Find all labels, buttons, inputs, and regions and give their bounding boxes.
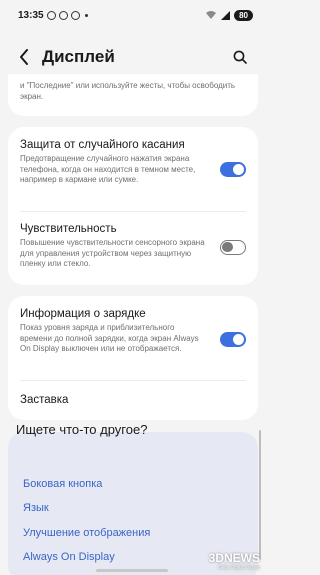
charging-info-description: Показ уровня заряда и приблизительного в…	[20, 323, 199, 353]
toggle-knob	[233, 164, 244, 175]
watermark-tagline: Daily Digital Digest	[218, 565, 260, 571]
divider	[20, 211, 246, 212]
page-title: Дисплей	[42, 47, 115, 66]
back-button[interactable]	[14, 47, 34, 67]
notification-icon	[46, 10, 56, 20]
notification-icon	[58, 10, 68, 20]
accidental-touch-title: Защита от случайного касания	[20, 139, 185, 151]
sensitivity-title: Чувствительность	[20, 223, 117, 235]
search-button[interactable]	[229, 46, 251, 68]
toggle-knob	[222, 241, 233, 253]
accidental-touch-row[interactable]: Защита от случайного касания Предотвраще…	[8, 139, 258, 186]
more-notifications-icon	[84, 13, 88, 17]
scroll-indicator	[259, 430, 261, 560]
suggestions-title: Ищете что-то другое?	[16, 422, 148, 437]
touch-settings-card: Защита от случайного касания Предотвраще…	[8, 127, 258, 285]
suggestion-link-side-button[interactable]: Боковая кнопка	[23, 478, 102, 490]
divider	[20, 380, 246, 381]
screensaver-title: Заставка	[20, 394, 69, 406]
previous-setting-card: и "Последние" или используйте жесты, что…	[8, 74, 258, 116]
notification-icon	[70, 10, 80, 20]
battery-indicator: 80	[234, 9, 253, 21]
wifi-icon	[206, 11, 217, 19]
charging-info-title: Информация о зарядке	[20, 308, 146, 320]
accidental-touch-description: Предотвращение случайного нажатия экрана…	[20, 154, 196, 184]
chevron-left-icon	[20, 49, 28, 65]
toggle-knob	[233, 334, 244, 345]
suggestion-link-display-enhancement[interactable]: Улучшение отображения	[23, 527, 150, 539]
charging-info-row[interactable]: Информация о зарядке Показ уровня заряда…	[8, 308, 258, 355]
accidental-touch-toggle[interactable]	[220, 162, 246, 177]
navigation-handle[interactable]	[96, 569, 168, 572]
watermark-logo: 3DNEWS Daily Digital Digest	[209, 551, 260, 571]
previous-setting-description: и "Последние" или используйте жесты, что…	[20, 81, 236, 101]
signal-icon	[221, 10, 231, 20]
search-icon	[233, 50, 247, 64]
header: Дисплей	[0, 40, 265, 74]
status-bar: 13:35 80	[0, 0, 265, 30]
charging-info-toggle[interactable]	[220, 332, 246, 347]
sensitivity-description: Повышение чувствительности сенсорного эк…	[20, 238, 205, 268]
watermark-brand: 3DNEWS	[208, 551, 260, 565]
charging-settings-card: Информация о зарядке Показ уровня заряда…	[8, 296, 258, 420]
suggestion-link-language[interactable]: Язык	[23, 502, 49, 514]
sensitivity-toggle[interactable]	[220, 240, 246, 255]
suggestion-link-always-on-display[interactable]: Always On Display	[23, 551, 115, 563]
status-time: 13:35	[18, 9, 44, 21]
screensaver-row[interactable]: Заставка	[8, 394, 258, 406]
